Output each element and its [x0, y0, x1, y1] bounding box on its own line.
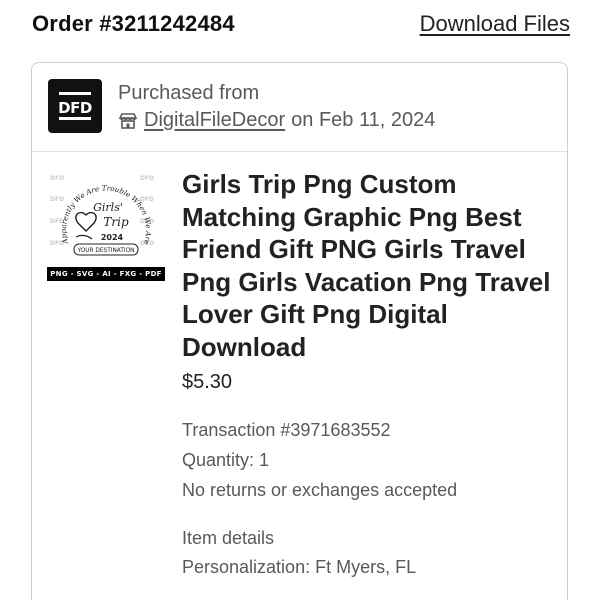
order-header: Order #3211242484 Download Files — [32, 8, 570, 40]
shop-logo-mark: DFD — [58, 92, 92, 120]
shop-line: DigitalFileDecor on Feb 11, 2024 — [118, 109, 435, 132]
item-title-link[interactable]: Girls Trip Png Custom Matching Graphic P… — [182, 168, 562, 363]
shop-logo[interactable]: DFD — [48, 79, 102, 133]
order-title: Order #3211242484 — [32, 11, 235, 36]
item-details-label: Item details — [182, 528, 275, 548]
heart-icon — [75, 211, 97, 232]
transaction-number: Transaction #3971683552 — [182, 420, 391, 440]
watermark-1: DFD — [50, 175, 64, 182]
thumbnail-graphic: DFD DFD DFD DFD DFD DFD DFD DFD Apparent… — [44, 164, 154, 256]
thumbnail-destination: YOUR DESTINATION — [77, 248, 135, 254]
download-files-link[interactable]: Download Files — [420, 11, 570, 37]
shop-logo-text: DFD — [58, 99, 92, 117]
order-card: DFD Purchased from DigitalFileDecor on F… — [31, 62, 568, 600]
purchased-from-label: Purchased from — [118, 82, 260, 104]
watermark-3: DFD — [50, 196, 64, 203]
item-price: $5.30 — [182, 371, 233, 393]
purchase-date: on Feb 11, 2024 — [291, 109, 436, 131]
shop-row: DFD Purchased from DigitalFileDecor on F… — [32, 63, 567, 152]
thumbnail-formats-strip: PNG - SVG - AI - FXG - PDF — [47, 267, 165, 281]
quantity: Quantity: 1 — [182, 450, 270, 470]
thumbnail-heading-1: Girls' — [93, 201, 123, 214]
thumbnail-year: 2024 — [101, 233, 124, 242]
order-details-page: Order #3211242484 Download Files DFD Pur… — [0, 0, 600, 600]
thumbnail-heading-2: Trip — [103, 215, 129, 229]
store-icon — [118, 111, 138, 131]
personalization-text: Personalization: Ft Myers, FL — [182, 557, 417, 577]
watermark-2: DFD — [140, 175, 154, 182]
returns-policy: No returns or exchanges accepted — [182, 480, 458, 500]
shop-name-link[interactable]: DigitalFileDecor — [144, 109, 285, 132]
